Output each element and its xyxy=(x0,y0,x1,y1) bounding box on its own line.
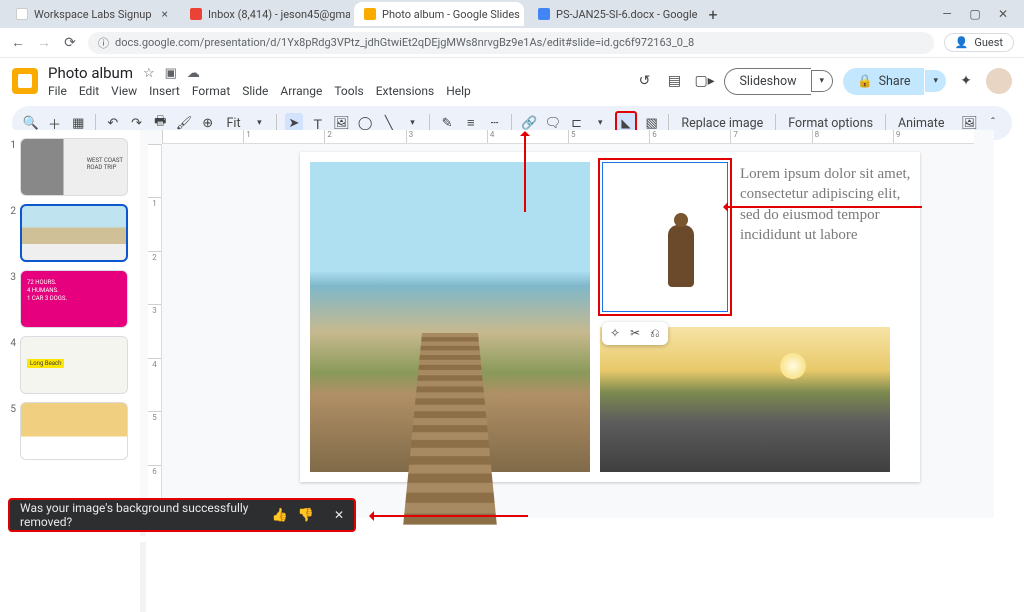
crop-icon[interactable]: ✂ xyxy=(630,326,640,341)
forward-icon[interactable]: → xyxy=(36,34,52,51)
menu-help[interactable]: Help xyxy=(446,84,471,98)
chevron-down-icon[interactable]: ▾ xyxy=(925,70,946,92)
favicon-icon xyxy=(364,8,376,20)
cloud-icon[interactable]: ☁ xyxy=(187,66,200,81)
slides-logo-icon[interactable] xyxy=(12,68,38,94)
slide-text-lorem[interactable]: Lorem ipsum dolor sit amet, consectetur … xyxy=(740,164,915,245)
site-info-icon[interactable]: ⓘ xyxy=(98,35,109,51)
browser-tab[interactable]: Inbox (8,414) - jeson45@gmail…× xyxy=(180,2,350,26)
slide-thumbnail-selected[interactable] xyxy=(20,204,128,262)
maximize-icon[interactable]: ▢ xyxy=(968,7,982,21)
minimize-icon[interactable]: — xyxy=(940,7,954,21)
menu-file[interactable]: File xyxy=(48,84,67,98)
slide-thumbnail[interactable] xyxy=(20,402,128,460)
menu-bar: File Edit View Insert Format Slide Arran… xyxy=(48,84,471,98)
guest-icon: 👤 xyxy=(955,36,969,49)
annotation-arrow xyxy=(724,206,922,208)
zoom-fit[interactable]: Fit xyxy=(223,116,245,131)
close-window-icon[interactable]: ✕ xyxy=(996,7,1010,21)
doc-title[interactable]: Photo album xyxy=(48,64,133,82)
slide-image-beach[interactable] xyxy=(310,162,590,472)
lock-icon: 🔒 xyxy=(857,74,873,89)
new-tab-button[interactable]: + xyxy=(702,3,724,25)
magic-eraser-icon[interactable]: ✧ xyxy=(610,326,620,341)
menu-tools[interactable]: Tools xyxy=(334,84,363,98)
image-floating-toolbar: ✧ ✂ ⎌ xyxy=(602,322,668,345)
annotation-arrow xyxy=(524,132,526,212)
slide-image-road[interactable] xyxy=(600,327,890,472)
filmstrip: 1 WEST COAST ROAD TRIP 2 3 72 HOURS.4 HU… xyxy=(0,130,140,518)
browser-toolbar: ← → ⟳ ⓘ docs.google.com/presentation/d/1… xyxy=(0,28,1024,58)
toast-message: Was your image's background successfully… xyxy=(20,501,262,529)
replace-image-button[interactable]: Replace image xyxy=(677,116,767,131)
doc-header: Photo album ☆ ▣ ☁ File Edit View Insert … xyxy=(0,58,1024,98)
chevron-down-icon[interactable]: ▾ xyxy=(811,70,834,92)
back-icon[interactable]: ← xyxy=(10,34,26,51)
meet-icon[interactable]: ▢▸ xyxy=(694,73,714,89)
reset-icon[interactable]: ⎌ xyxy=(650,326,660,341)
menu-edit[interactable]: Edit xyxy=(79,84,99,98)
slide-thumbnail[interactable]: 72 HOURS.4 HUMANS.1 CAR 3 DOGS. xyxy=(20,270,128,328)
browser-tabstrip: Workspace Labs Signup× Inbox (8,414) - j… xyxy=(0,0,1024,28)
account-avatar[interactable] xyxy=(986,68,1012,94)
selected-image[interactable] xyxy=(598,158,732,316)
favicon-icon xyxy=(190,8,202,20)
slideshow-button[interactable]: Slideshow▾ xyxy=(724,68,833,95)
favicon-icon xyxy=(538,8,550,20)
slide-thumbnail[interactable]: Long Beach xyxy=(20,336,128,394)
menu-slide[interactable]: Slide xyxy=(242,84,268,98)
browser-tab[interactable]: Workspace Labs Signup× xyxy=(6,2,176,26)
slide-thumbnail[interactable]: WEST COAST ROAD TRIP xyxy=(20,138,128,196)
animate-button[interactable]: Animate xyxy=(894,116,949,131)
comments-icon[interactable]: ▤ xyxy=(664,73,684,89)
address-bar[interactable]: ⓘ docs.google.com/presentation/d/1Yx8pRd… xyxy=(88,32,934,54)
ruler-vertical: 123456 xyxy=(148,144,162,518)
annotation-arrow xyxy=(370,515,528,517)
slide[interactable]: ✧ ✂ ⎌ Lorem ipsum dolor sit amet, consec… xyxy=(300,152,920,482)
gemini-icon[interactable]: ✦ xyxy=(956,73,976,89)
profile-button[interactable]: 👤 Guest xyxy=(944,33,1014,52)
move-icon[interactable]: ▣ xyxy=(165,66,177,81)
menu-view[interactable]: View xyxy=(111,84,137,98)
star-icon[interactable]: ☆ xyxy=(143,66,155,81)
menu-arrange[interactable]: Arrange xyxy=(280,84,322,98)
ruler-horizontal: 123456789 xyxy=(162,130,974,144)
side-panel-rail xyxy=(994,130,1024,518)
browser-tab-active[interactable]: Photo album - Google Slides× xyxy=(354,2,524,26)
menu-insert[interactable]: Insert xyxy=(149,84,180,98)
menu-format[interactable]: Format xyxy=(192,84,230,98)
browser-tab[interactable]: PS-JAN25-SI-6.docx - Google D…× xyxy=(528,2,698,26)
slide-canvas-area: 123456789 123456 ✧ ✂ ⎌ Lorem ipsum dolor… xyxy=(140,130,994,518)
feedback-toast: Was your image's background successfully… xyxy=(8,498,356,532)
format-options-button[interactable]: Format options xyxy=(784,116,877,131)
thumbs-down-icon[interactable]: 👎 xyxy=(298,508,314,523)
history-icon[interactable]: ↺ xyxy=(634,73,654,89)
reload-icon[interactable]: ⟳ xyxy=(62,35,78,51)
favicon-icon xyxy=(16,8,28,20)
hiker-cutout xyxy=(668,225,694,287)
url-text: docs.google.com/presentation/d/1Yx8pRdg3… xyxy=(115,36,694,49)
share-button[interactable]: 🔒Share▾ xyxy=(843,68,946,95)
close-icon[interactable]: × xyxy=(162,7,168,21)
menu-extensions[interactable]: Extensions xyxy=(376,84,434,98)
thumbs-up-icon[interactable]: 👍 xyxy=(272,508,288,523)
close-icon[interactable]: ✕ xyxy=(334,508,344,522)
